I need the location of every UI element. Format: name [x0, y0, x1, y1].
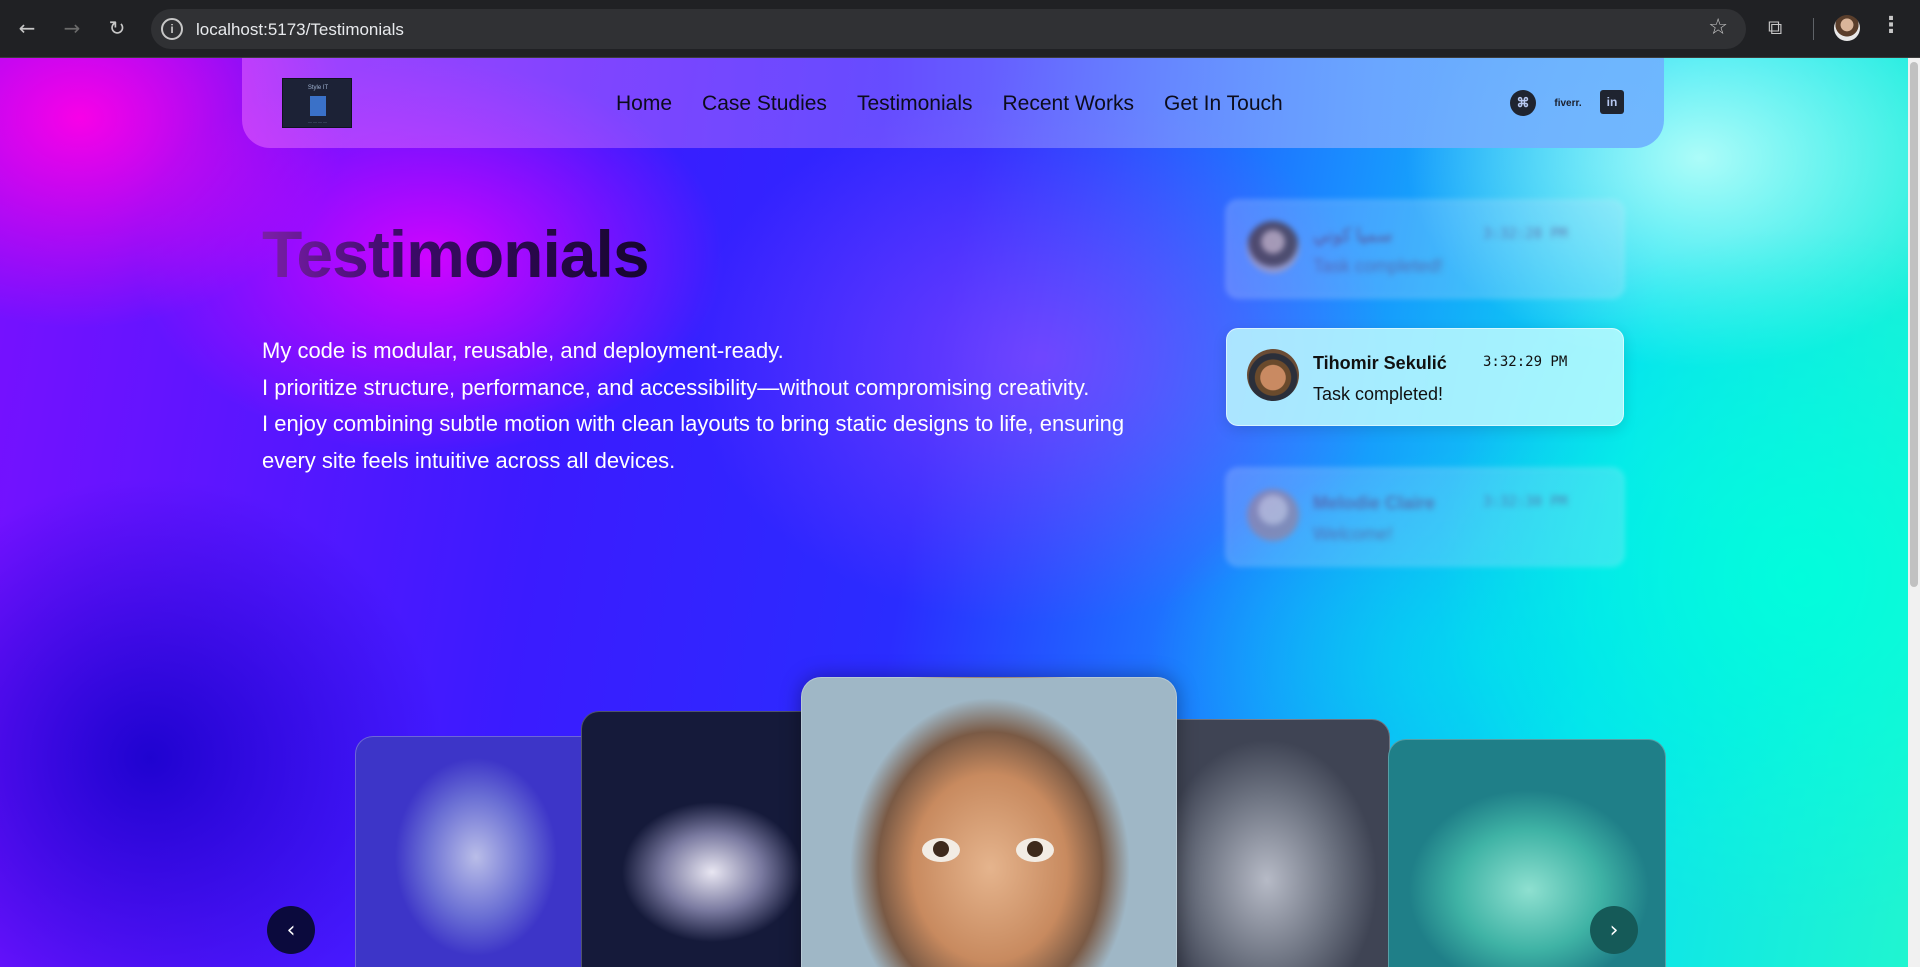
portrait-eye [1016, 838, 1054, 862]
notification-name: Tihomir Sekulić [1313, 353, 1447, 373]
intro-line: I enjoy combining subtle motion with cle… [262, 411, 1125, 473]
url-text[interactable]: localhost:5173/Testimonials [196, 20, 404, 40]
intro-line: I prioritize structure, performance, and… [262, 374, 1090, 400]
logo-mark [310, 96, 326, 116]
carousel-card[interactable] [581, 711, 821, 967]
main-nav: Home Case Studies Testimonials Recent Wo… [616, 92, 1283, 116]
avatar [1247, 221, 1299, 273]
intro-text: My code is modular, reusable, and deploy… [262, 333, 1142, 479]
portrait-eye [922, 838, 960, 862]
back-button[interactable]: ← [12, 13, 42, 43]
notification-card: Tihomir Sekulić 3:32:29 PM Task complete… [1226, 328, 1624, 426]
nav-recent-works[interactable]: Recent Works [1002, 92, 1134, 116]
notification-name: Melodie Claire [1313, 493, 1436, 513]
chevron-right-icon[interactable]: › [1590, 906, 1638, 954]
notification-message: Task completed! [1313, 384, 1444, 404]
notification-message: Welcome! [1313, 524, 1393, 544]
notification-card: سميا كوني 3:32:28 PM Task completed! [1226, 200, 1624, 298]
info-icon[interactable]: i [161, 18, 183, 40]
notification-card: Melodie Claire 3:32:30 PM Welcome! [1226, 468, 1624, 566]
carousel-card-active[interactable] [801, 677, 1177, 967]
nav-get-in-touch[interactable]: Get In Touch [1164, 92, 1283, 116]
avatar [1247, 349, 1299, 401]
reload-button[interactable]: ↻ [102, 13, 132, 43]
address-bar[interactable]: i localhost:5173/Testimonials ☆ [151, 9, 1746, 49]
scrollbar[interactable] [1908, 58, 1920, 967]
logo[interactable]: Style IT ———— [282, 78, 352, 128]
logo-underline: ———— [308, 119, 328, 124]
page-title: Testimonials [262, 217, 650, 291]
notification-name: سميا كوني [1313, 225, 1393, 245]
intro-line: My code is modular, reusable, and deploy… [262, 338, 784, 363]
star-icon[interactable]: ☆ [1708, 15, 1728, 40]
notification-time: 3:32:28 PM [1483, 226, 1568, 242]
forward-button[interactable]: → [57, 13, 87, 43]
linkedin-icon[interactable]: in [1600, 90, 1624, 114]
browser-toolbar: ← → ↻ i localhost:5173/Testimonials ☆ ⧉ … [0, 0, 1920, 58]
fiverr-icon[interactable]: fiverr. [1553, 90, 1583, 116]
logo-text: Style IT [307, 85, 329, 91]
chevron-left-icon[interactable]: ‹ [267, 906, 315, 954]
nav-home[interactable]: Home [616, 92, 672, 116]
kebab-menu-icon[interactable]: ⋮ [1880, 13, 1902, 38]
avatar [1247, 489, 1299, 541]
notification-time: 3:32:30 PM [1483, 494, 1568, 510]
scrollbar-thumb[interactable] [1910, 62, 1918, 587]
github-icon[interactable]: ⌘ [1510, 90, 1536, 116]
puzzle-icon[interactable]: ⧉ [1768, 15, 1794, 41]
notification-message: Task completed! [1313, 256, 1444, 276]
profile-avatar[interactable] [1834, 15, 1860, 41]
nav-testimonials[interactable]: Testimonials [857, 92, 973, 116]
nav-case-studies[interactable]: Case Studies [702, 92, 827, 116]
carousel-card[interactable] [1156, 719, 1390, 967]
notification-time: 3:32:29 PM [1483, 354, 1568, 370]
toolbar-divider [1813, 18, 1814, 40]
